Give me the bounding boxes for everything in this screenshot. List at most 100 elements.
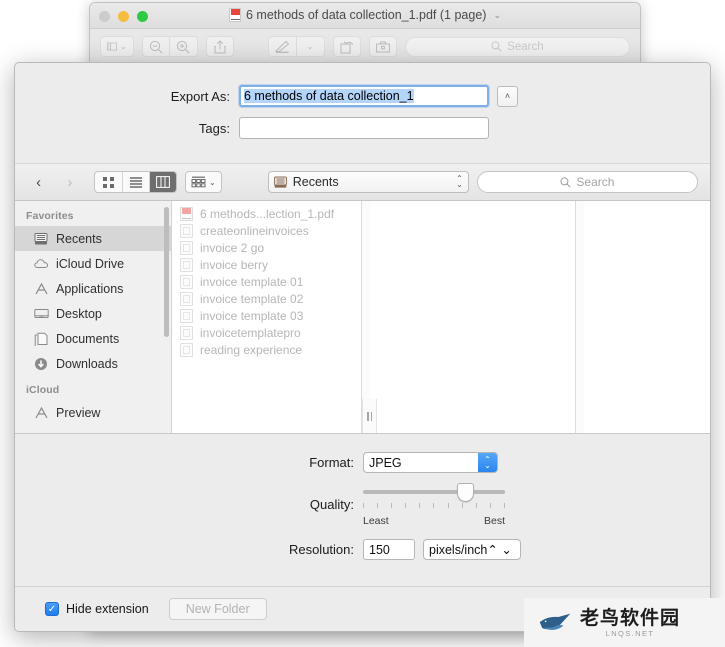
- slider-tick: [504, 503, 505, 508]
- resolution-input[interactable]: 150: [363, 539, 415, 560]
- chevron-down-icon: ⌄: [120, 42, 127, 51]
- sidebar-item-desktop[interactable]: Desktop: [15, 301, 171, 326]
- list-item[interactable]: 6 methods...lection_1.pdf: [172, 205, 361, 222]
- hide-extension-checkbox[interactable]: ✓: [45, 602, 59, 616]
- applications-icon: [33, 405, 49, 421]
- quality-least-label: Least: [363, 515, 389, 527]
- sidebar-scrollbar[interactable]: [164, 207, 169, 337]
- sidebar-item-documents[interactable]: Documents: [15, 326, 171, 351]
- view-mode-segmented-control[interactable]: [94, 171, 177, 193]
- markup-button[interactable]: [268, 36, 297, 57]
- quality-label: Quality:: [15, 497, 363, 512]
- file-column-3: [576, 201, 710, 433]
- sidebar-item-icloud-drive[interactable]: iCloud Drive: [15, 251, 171, 276]
- sidebar-icon: [107, 41, 117, 52]
- arrange-button[interactable]: ⌄: [185, 171, 222, 193]
- cloud-icon: [33, 256, 49, 272]
- markup-options-button[interactable]: ⌄: [297, 36, 325, 57]
- column-shade: [576, 201, 584, 433]
- list-item[interactable]: invoice template 01: [172, 273, 361, 290]
- zoom-out-icon: [149, 40, 163, 54]
- list-item[interactable]: createonlineinvoices: [172, 222, 361, 239]
- forward-button[interactable]: ›: [58, 171, 81, 193]
- column-view-button[interactable]: [149, 172, 176, 192]
- location-popup-button[interactable]: Recents ⌃ ⌄: [268, 171, 469, 193]
- sidebar-toggle-button[interactable]: ⌄: [100, 36, 134, 57]
- zoom-in-button[interactable]: [170, 36, 198, 57]
- back-button[interactable]: ‹: [27, 171, 50, 193]
- sidebar-item-label: Documents: [56, 332, 119, 346]
- slider-tick: [476, 503, 477, 508]
- recents-icon: [274, 176, 287, 189]
- format-popup-button[interactable]: JPEG ⌃ ⌄: [363, 452, 498, 473]
- quality-row: Quality: Least Best: [15, 481, 710, 527]
- list-item[interactable]: invoice template 03: [172, 307, 361, 324]
- check-icon: ✓: [48, 604, 56, 615]
- column-resize-handle[interactable]: [362, 399, 377, 433]
- format-stepper[interactable]: ⌃ ⌄: [478, 453, 497, 472]
- quality-scale-labels: Least Best: [363, 515, 505, 527]
- slider-tick: [377, 503, 378, 508]
- pen-icon: [275, 40, 290, 53]
- list-item[interactable]: invoicetemplatepro: [172, 324, 361, 341]
- sidebar-item-preview[interactable]: Preview: [15, 400, 171, 425]
- markup-button-group[interactable]: ⌄: [268, 36, 325, 57]
- browser-search-placeholder: Search: [576, 175, 614, 189]
- list-item[interactable]: invoice 2 go: [172, 239, 361, 256]
- list-item[interactable]: invoice berry: [172, 256, 361, 273]
- stepper-down-icon: ⌄: [456, 182, 463, 188]
- zoom-button-group[interactable]: [142, 36, 198, 57]
- preview-search-field[interactable]: Search: [405, 37, 630, 57]
- chevron-down-icon[interactable]: ⌄: [493, 10, 501, 21]
- icon-view-button[interactable]: [95, 172, 122, 192]
- resolution-unit-stepper[interactable]: ⌃ ⌄: [487, 542, 511, 557]
- tags-input[interactable]: [239, 117, 489, 139]
- new-folder-button[interactable]: New Folder: [169, 598, 267, 620]
- resolution-unit-popup[interactable]: pixels/inch ⌃ ⌄: [423, 539, 521, 560]
- sidebar-item-downloads[interactable]: Downloads: [15, 351, 171, 376]
- location-stepper[interactable]: ⌃ ⌄: [456, 176, 463, 188]
- applications-icon: [33, 281, 49, 297]
- slider-tick: [391, 503, 392, 508]
- preview-titlebar: 6 methods of data collection_1.pdf (1 pa…: [90, 3, 640, 29]
- watermark-text: 老鸟软件园 LNQS.NET: [580, 608, 680, 638]
- rotate-icon: [340, 40, 354, 54]
- slider-tick: [433, 503, 434, 508]
- toolbox-button[interactable]: [369, 36, 397, 57]
- list-item[interactable]: invoice template 02: [172, 290, 361, 307]
- rotate-button[interactable]: [333, 36, 361, 57]
- arrange-icon: [191, 176, 206, 188]
- zoom-out-button[interactable]: [142, 36, 170, 57]
- recents-icon: [33, 231, 49, 247]
- image-file-icon: [180, 275, 193, 289]
- hide-extension-checkbox-row[interactable]: ✓ Hide extension: [45, 602, 149, 616]
- pdf-file-icon: [229, 8, 241, 22]
- sidebar-item-label: iCloud Drive: [56, 257, 124, 271]
- list-item[interactable]: reading experience: [172, 341, 361, 358]
- slider-tick: [405, 503, 406, 508]
- list-view-button[interactable]: [122, 172, 149, 192]
- sidebar-item-recents[interactable]: Recents: [15, 226, 171, 251]
- share-button[interactable]: [206, 36, 234, 57]
- collapse-dialog-button[interactable]: ˄: [497, 86, 518, 107]
- window-title: 6 methods of data collection_1.pdf (1 pa…: [90, 8, 640, 22]
- export-as-input[interactable]: 6 methods of data collection_1: [239, 85, 489, 107]
- tags-row: Tags:: [15, 117, 710, 139]
- share-icon: [214, 40, 226, 54]
- sidebar-item-label: Desktop: [56, 307, 102, 321]
- slider-track: [363, 490, 505, 494]
- grid-icon: [102, 176, 115, 189]
- slider-thumb[interactable]: [457, 483, 474, 502]
- file-browser: Favorites Recents: [15, 201, 710, 433]
- file-name: createonlineinvoices: [200, 224, 309, 238]
- image-file-icon: [180, 241, 193, 255]
- sidebar-section-icloud-header: iCloud: [15, 376, 171, 400]
- magnifier-icon: [491, 41, 502, 52]
- file-name: invoice template 01: [200, 275, 303, 289]
- browser-search-field[interactable]: Search: [477, 171, 698, 193]
- bird-logo-icon: [538, 610, 572, 636]
- slider-tick: [419, 503, 420, 508]
- quality-slider[interactable]: [363, 481, 505, 503]
- format-value: JPEG: [369, 456, 402, 470]
- sidebar-item-applications[interactable]: Applications: [15, 276, 171, 301]
